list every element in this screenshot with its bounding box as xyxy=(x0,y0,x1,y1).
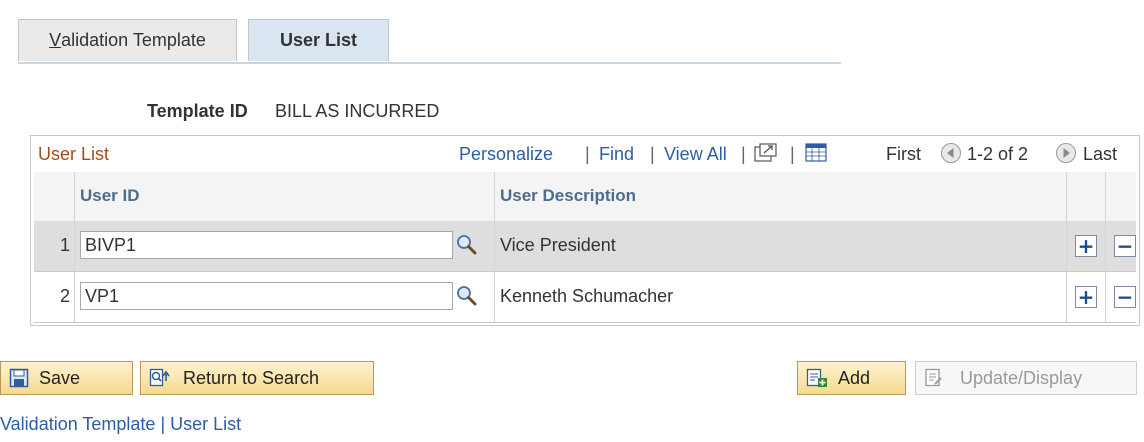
user-description: Kenneth Schumacher xyxy=(500,286,674,306)
footer-links: Validation Template | User List xyxy=(0,414,241,435)
delete-row-button[interactable]: − xyxy=(1114,235,1136,257)
user-description: Vice President xyxy=(500,235,616,255)
footer-separator: | xyxy=(160,414,166,434)
view-all-link[interactable]: View All xyxy=(664,144,727,165)
add-row-button[interactable]: + xyxy=(1075,286,1097,308)
previous-arrow-icon[interactable] xyxy=(940,142,962,169)
tab-label-accesskey: V xyxy=(49,30,62,50)
return-search-icon xyxy=(149,368,173,388)
column-header-user-description[interactable]: User Description xyxy=(500,186,636,206)
first-label: First xyxy=(886,144,921,164)
nav-separator: | xyxy=(790,144,795,164)
plus-icon: + xyxy=(1077,234,1095,258)
minus-icon: − xyxy=(1116,285,1134,309)
range-label: 1-2 of 2 xyxy=(967,144,1029,164)
return-to-search-label: Return to Search xyxy=(183,367,320,388)
update-display-icon xyxy=(924,368,944,388)
save-icon xyxy=(9,368,29,388)
add-button[interactable]: Add xyxy=(797,361,906,395)
new-window-icon[interactable] xyxy=(754,143,778,168)
template-id-value: BILL AS INCURRED xyxy=(275,101,440,121)
tab-validation-template[interactable]: Validation Template xyxy=(18,19,237,61)
last-label: Last xyxy=(1083,144,1118,164)
tab-underline xyxy=(18,62,841,64)
column-header-user-id[interactable]: User ID xyxy=(80,186,140,206)
nav-separator: | xyxy=(585,144,590,164)
add-document-icon xyxy=(806,368,828,388)
lookup-icon[interactable] xyxy=(456,234,478,261)
nav-separator: | xyxy=(650,144,655,164)
minus-icon: − xyxy=(1116,234,1134,258)
spreadsheet-icon[interactable] xyxy=(805,143,827,168)
update-display-button[interactable]: Update/Display xyxy=(915,361,1137,395)
row-number: 2 xyxy=(59,286,70,306)
column-divider xyxy=(74,172,75,322)
return-to-search-button[interactable]: Return to Search xyxy=(140,361,374,395)
nav-separator: | xyxy=(741,144,746,164)
tab-label: alidation Template xyxy=(61,30,206,50)
delete-row-button[interactable]: − xyxy=(1114,286,1136,308)
save-button[interactable]: Save xyxy=(0,361,133,395)
column-divider xyxy=(1066,172,1067,322)
add-label: Add xyxy=(838,367,871,388)
tab-user-list[interactable]: User List xyxy=(248,19,389,61)
footer-link-user-list[interactable]: User List xyxy=(170,414,241,434)
user-id-input[interactable] xyxy=(80,231,453,259)
user-id-input[interactable] xyxy=(80,282,453,310)
template-id-label: Template ID xyxy=(147,101,248,121)
column-divider xyxy=(494,172,495,322)
personalize-link[interactable]: Personalize xyxy=(459,144,553,165)
save-label: Save xyxy=(39,367,81,388)
next-arrow-icon[interactable] xyxy=(1055,142,1077,169)
update-display-label: Update/Display xyxy=(960,367,1083,388)
tab-label: User List xyxy=(279,30,358,50)
column-divider xyxy=(1105,172,1106,322)
find-link[interactable]: Find xyxy=(599,144,634,165)
row-number: 1 xyxy=(59,235,70,255)
footer-link-validation-template[interactable]: Validation Template xyxy=(0,414,155,434)
plus-icon: + xyxy=(1077,285,1095,309)
grid-title: User List xyxy=(38,144,110,164)
lookup-icon[interactable] xyxy=(456,285,478,312)
add-row-button[interactable]: + xyxy=(1075,235,1097,257)
